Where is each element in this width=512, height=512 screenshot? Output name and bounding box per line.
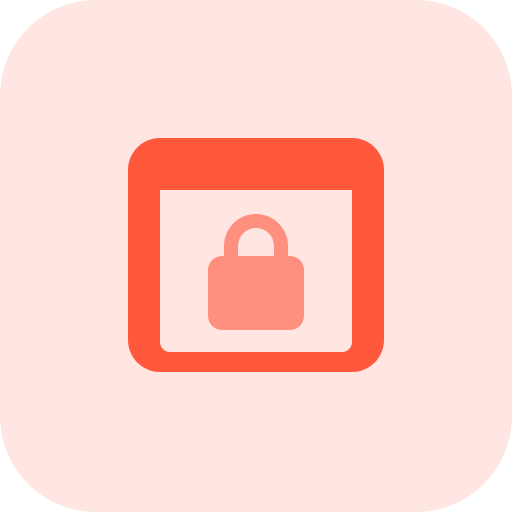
lock-body-icon <box>208 256 304 330</box>
browser-window-icon <box>128 138 384 372</box>
lock-shackle-icon <box>224 214 288 260</box>
browser-lock-icon <box>128 138 384 372</box>
app-icon <box>0 0 512 512</box>
